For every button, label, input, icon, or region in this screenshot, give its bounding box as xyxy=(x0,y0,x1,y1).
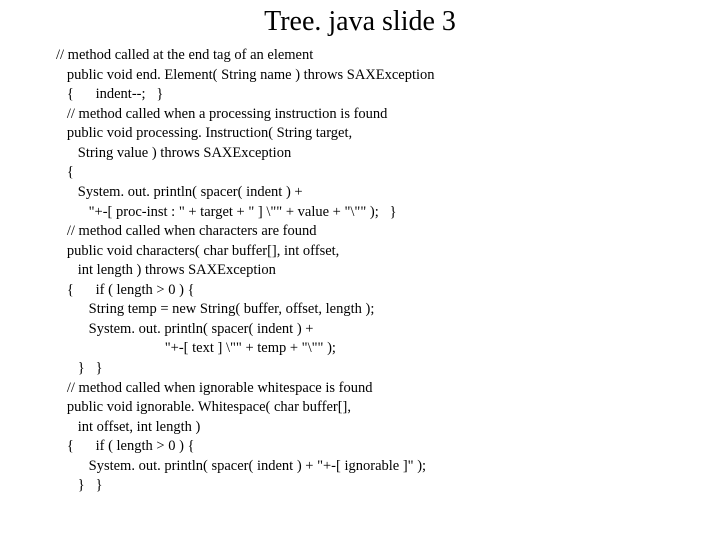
slide-title: Tree. java slide 3 xyxy=(20,6,700,38)
slide-container: Tree. java slide 3 // method called at t… xyxy=(0,0,720,516)
code-block: // method called at the end tag of an el… xyxy=(56,46,700,496)
